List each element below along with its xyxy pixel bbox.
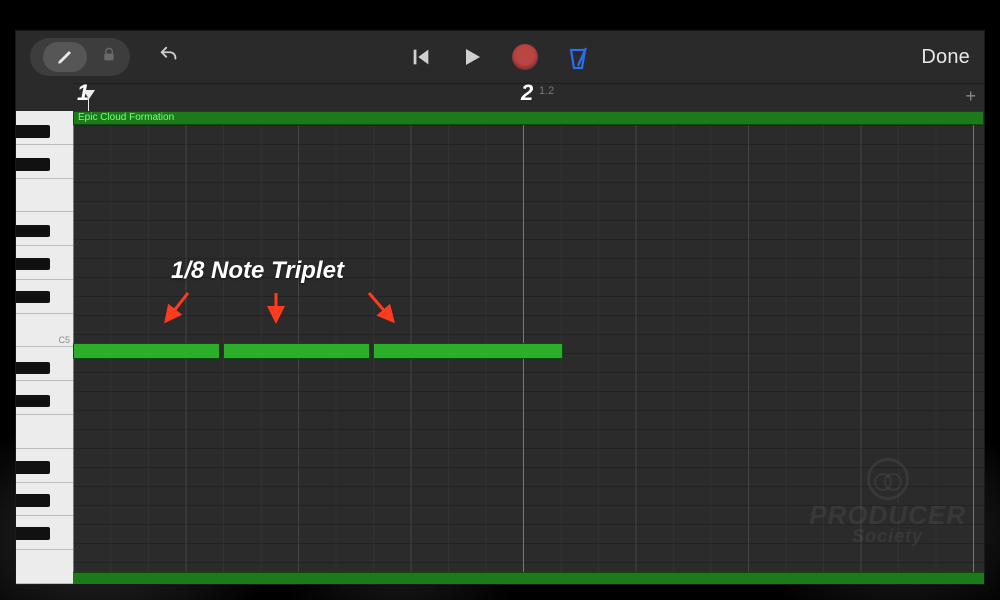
- done-button[interactable]: Done: [921, 46, 970, 69]
- timeline-ruler[interactable]: 1 2 1.2 +: [73, 83, 984, 111]
- undo-icon: [156, 44, 182, 66]
- edit-mode-pill-group: [30, 38, 182, 76]
- octave-label-c5: C5: [58, 335, 70, 345]
- piano-keyboard[interactable]: C5: [16, 111, 73, 584]
- pencil-tool-button[interactable]: [43, 42, 87, 72]
- undo-button[interactable]: [156, 44, 182, 71]
- metronome-icon: [566, 44, 590, 70]
- go-to-start-button[interactable]: [410, 46, 432, 68]
- play-icon: [460, 45, 484, 69]
- playhead-indicator[interactable]: [83, 90, 95, 99]
- toolbar: Done: [16, 31, 984, 83]
- midi-note[interactable]: [373, 343, 563, 359]
- region-footer: [73, 572, 984, 584]
- play-button[interactable]: [460, 45, 484, 69]
- bar-marker-2: 2: [521, 80, 533, 106]
- piano-roll-app: Done 1 2 1.2 + C5: [15, 30, 985, 585]
- midi-note[interactable]: [223, 343, 370, 359]
- skip-back-icon: [410, 46, 432, 68]
- region-header[interactable]: Epic Cloud Formation: [73, 111, 984, 125]
- lock-toggle-button[interactable]: [101, 46, 117, 69]
- playhead-line: [88, 98, 89, 112]
- piano-roll-editor: C5 Epi: [16, 111, 984, 584]
- metronome-button[interactable]: [566, 44, 590, 70]
- note-grid-area[interactable]: Epic Cloud Formation 1/8 Note Triplet: [73, 111, 984, 584]
- lock-icon: [101, 46, 117, 64]
- midi-note[interactable]: [73, 343, 220, 359]
- record-icon: [512, 44, 538, 70]
- edit-mode-pill: [30, 38, 130, 76]
- transport-controls: [410, 44, 590, 70]
- pencil-icon: [56, 48, 74, 66]
- record-button[interactable]: [512, 44, 538, 70]
- note-grid[interactable]: [73, 125, 984, 572]
- add-bar-button[interactable]: +: [965, 86, 976, 107]
- bar-sub-marker: 1.2: [539, 85, 554, 97]
